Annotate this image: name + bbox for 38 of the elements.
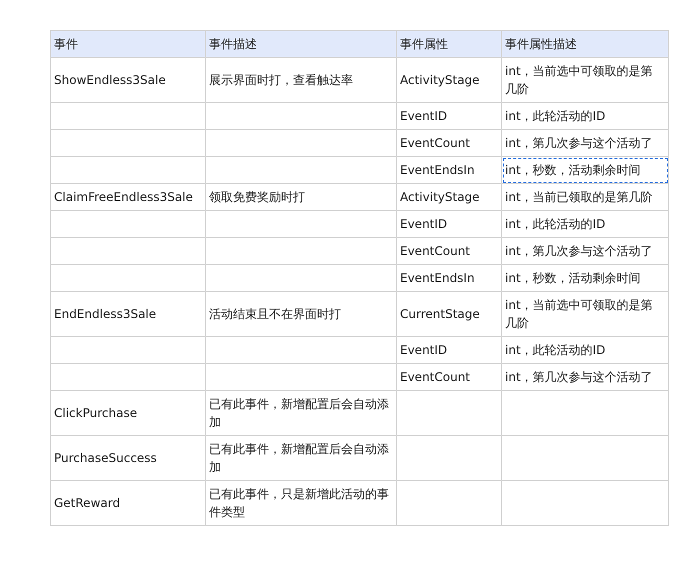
table-cell: EventID — [396, 336, 502, 364]
table-cell: EventCount — [396, 364, 502, 390]
table-cell: int，秒数，活动剩余时间 — [502, 156, 668, 184]
table-cell: ActivityStage — [396, 184, 502, 210]
table-cell: 已有此事件，只是新增此活动的事件类型 — [206, 480, 396, 526]
column-header: 事件属性描述 — [502, 30, 668, 58]
table-cell: EndEndless3Sale — [50, 292, 206, 336]
table-cell: int，此轮活动的ID — [502, 336, 668, 364]
column-header: 事件属性 — [396, 30, 502, 58]
table-cell: PurchaseSuccess — [50, 436, 206, 480]
table-cell: int，当前选中可领取的是第几阶 — [502, 292, 668, 336]
table-cell: EventID — [396, 210, 502, 238]
table-cell: 活动结束且不在界面时打 — [206, 292, 396, 336]
table-cell: 已有此事件，新增配置后会自动添加 — [206, 436, 396, 480]
table-cell: EventCount — [396, 238, 502, 264]
table-cell: ShowEndless3Sale — [50, 58, 206, 102]
table-cell: EventID — [396, 102, 502, 130]
table-cell: CurrentStage — [396, 292, 502, 336]
column-header: 事件描述 — [206, 30, 396, 58]
table-cell: ActivityStage — [396, 58, 502, 102]
table-cell: int，第几次参与这个活动了 — [502, 130, 668, 156]
table-cell: 已有此事件，新增配置后会自动添加 — [206, 390, 396, 436]
table-cell: EventEndsIn — [396, 156, 502, 184]
table-cell: int，当前选中可领取的是第几阶 — [502, 58, 668, 102]
table-cell: GetReward — [50, 480, 206, 526]
table-cell: int，第几次参与这个活动了 — [502, 364, 668, 390]
column-header: 事件 — [50, 30, 206, 58]
table-cell: ClickPurchase — [50, 390, 206, 436]
table-cell: int，此轮活动的ID — [502, 210, 668, 238]
table-cell: ClaimFreeEndless3Sale — [50, 184, 206, 210]
table-cell: EventCount — [396, 130, 502, 156]
table-cell: int，当前已领取的是第几阶 — [502, 184, 668, 210]
table-cell: 展示界面时打，查看触达率 — [206, 58, 396, 102]
table-cell: int，第几次参与这个活动了 — [502, 238, 668, 264]
table-cell: int，此轮活动的ID — [502, 102, 668, 130]
table-cell: int，秒数，活动剩余时间 — [502, 264, 668, 292]
table-cell: EventEndsIn — [396, 264, 502, 292]
table-cell: 领取免费奖励时打 — [206, 184, 396, 210]
